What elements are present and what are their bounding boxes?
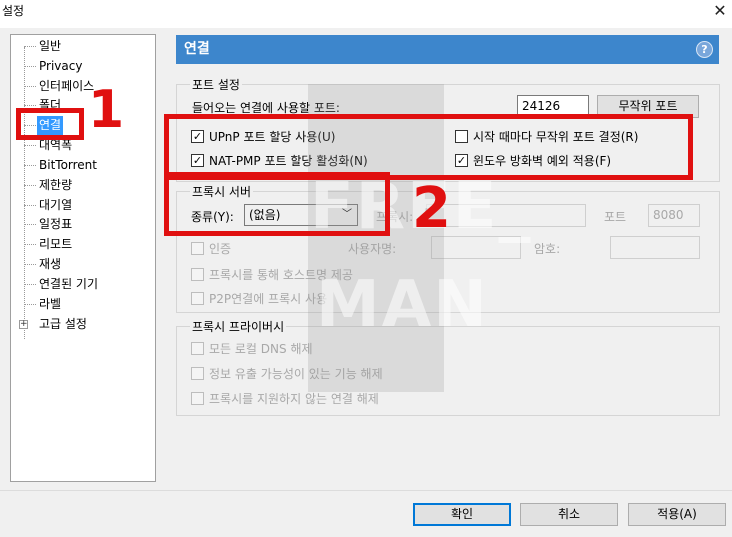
apply-button[interactable]: 적용(A) — [628, 503, 726, 526]
leak-checkbox[interactable] — [191, 367, 204, 380]
panel-header: 연결 ? — [176, 35, 719, 64]
port-settings-title: 포트 설정 — [190, 76, 242, 93]
close-icon[interactable]: ✕ — [710, 2, 730, 20]
annotation-box-1 — [16, 108, 84, 140]
unsupported-label: 프록시를 지원하지 않는 연결 해제 — [209, 392, 379, 406]
proxy-port-input[interactable]: 8080 — [648, 204, 700, 227]
expand-plus-icon[interactable]: + — [19, 320, 28, 329]
proxy-auth-label: 인증 — [209, 242, 232, 256]
panel-title: 연결 — [184, 41, 210, 57]
tree-line — [24, 47, 25, 339]
proxy-p2p-checkbox[interactable] — [191, 292, 204, 305]
unsupported-checkbox[interactable] — [191, 392, 204, 405]
annotation-number-1: 1 — [88, 80, 125, 140]
annotation-number-2: 2 — [412, 176, 451, 241]
help-icon[interactable]: ? — [696, 41, 713, 58]
proxy-privacy-title: 프록시 프라이버시 — [190, 318, 287, 335]
annotation-box-2a — [164, 114, 693, 180]
proxy-password-input[interactable] — [610, 236, 700, 259]
dns-checkbox[interactable] — [191, 342, 204, 355]
window-title: 설정 — [2, 4, 25, 18]
proxy-port-label: 포트 — [604, 210, 627, 224]
title-bar: 설정 ✕ — [0, 0, 732, 28]
proxy-hostname-checkbox[interactable] — [191, 268, 204, 281]
proxy-password-label: 암호: — [534, 242, 561, 256]
bottom-separator — [0, 490, 732, 491]
proxy-auth-checkbox[interactable] — [191, 242, 204, 255]
watermark-line-2: MAN — [316, 268, 489, 342]
annotation-box-2b — [164, 172, 390, 236]
ok-button[interactable]: 확인 — [413, 503, 511, 526]
dns-label: 모든 로컬 DNS 해제 — [209, 342, 313, 356]
settings-tree: 일반 Privacy 인터페이스 폴더 연결 대역폭 BitTorrent 제한… — [10, 34, 156, 482]
cancel-button[interactable]: 취소 — [520, 503, 618, 526]
